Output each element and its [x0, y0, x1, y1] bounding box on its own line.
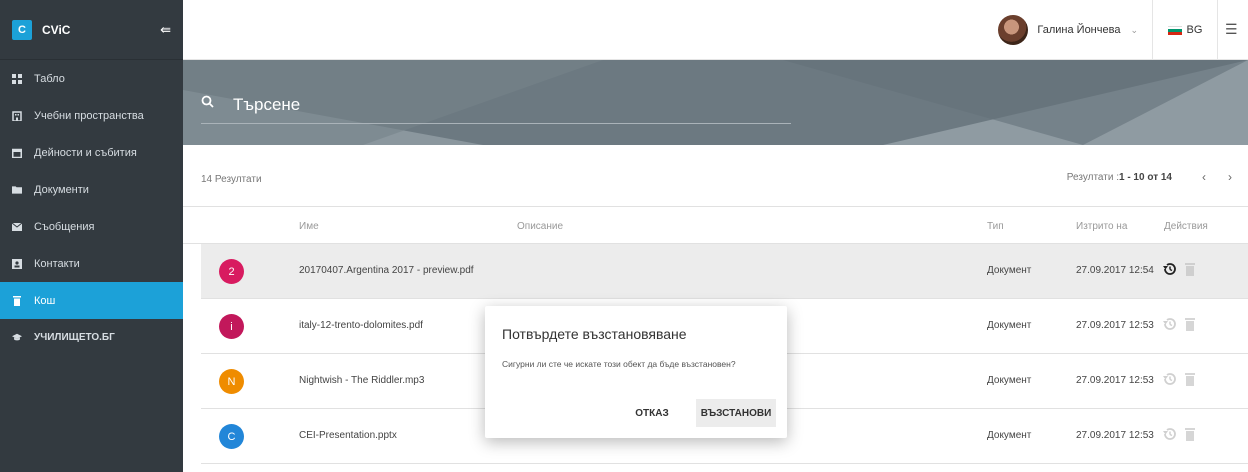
- search-banner: [183, 60, 1248, 145]
- restore-button[interactable]: ВЪЗСТАНОВИ: [696, 399, 776, 427]
- sidebar-nav: Табло Учебни пространства Дейности и съб…: [0, 60, 183, 356]
- brand: C CViC ⇚: [0, 0, 183, 60]
- topbar: Галина Йончева ⌄ BG ☰: [183, 0, 1248, 60]
- language-selector[interactable]: BG: [1153, 0, 1218, 60]
- delete-icon[interactable]: [1185, 262, 1195, 276]
- file-type: Документ: [987, 430, 1032, 441]
- results-bar: 14 Резултати Резултати :1 - 10 от 14 ‹ ›: [183, 145, 1248, 207]
- delete-icon[interactable]: [1185, 372, 1195, 386]
- restore-icon[interactable]: [1161, 370, 1179, 388]
- sidebar-item-label: училището.бг: [34, 332, 115, 343]
- contact-icon: [12, 258, 22, 269]
- graduation-cap-icon: [12, 333, 22, 343]
- table-header: Име Описание Тип Изтрито на Действия: [183, 207, 1248, 244]
- file-name: Nightwish - The Riddler.mp3: [299, 375, 425, 386]
- sidebar-item-messages[interactable]: Съобщения: [0, 208, 183, 245]
- row-actions: [1161, 370, 1195, 388]
- row-actions: [1161, 260, 1195, 278]
- sidebar-item-contacts[interactable]: Контакти: [0, 245, 183, 282]
- user-name[interactable]: Галина Йончева: [1037, 24, 1120, 36]
- next-page-button[interactable]: ›: [1220, 170, 1240, 184]
- user-menu[interactable]: Галина Йончева ⌄: [998, 0, 1153, 60]
- results-count: 14 Резултати: [201, 174, 262, 185]
- row-actions: [1161, 315, 1195, 333]
- table-row[interactable]: 2 20170407.Argentina 2017 - preview.pdf …: [201, 244, 1248, 299]
- file-avatar: C: [219, 424, 244, 449]
- sidebar-item-label: Учебни пространства: [34, 109, 144, 122]
- file-avatar: 2: [219, 259, 244, 284]
- sidebar-item-label: Дейности и събития: [34, 146, 137, 159]
- sidebar-item-label: Табло: [34, 72, 65, 85]
- chevron-down-icon[interactable]: ⌄: [1130, 25, 1138, 36]
- delete-icon[interactable]: [1185, 427, 1195, 441]
- delete-icon[interactable]: [1185, 317, 1195, 331]
- file-type: Документ: [987, 375, 1032, 386]
- pager-range: 1 - 10 от 14: [1118, 171, 1172, 183]
- sidebar-item-activities[interactable]: Дейности и събития: [0, 134, 183, 171]
- search-input[interactable]: [233, 95, 733, 115]
- column-deleted-on[interactable]: Изтрито на: [1076, 221, 1127, 232]
- file-name: italy-12-trento-dolomites.pdf: [299, 320, 423, 331]
- sidebar-item-label: Документи: [34, 183, 89, 196]
- list-menu-icon[interactable]: ☰: [1225, 22, 1243, 36]
- pager-info: Резултати :1 - 10 от 14: [1067, 172, 1172, 183]
- sidebar-item-school-bg[interactable]: училището.бг: [0, 319, 183, 356]
- sidebar-item-learning-spaces[interactable]: Учебни пространства: [0, 97, 183, 134]
- file-avatar: i: [219, 314, 244, 339]
- restore-icon[interactable]: [1161, 260, 1179, 278]
- pagination: Резултати :1 - 10 от 14 ‹ ›: [1067, 170, 1240, 184]
- flag-icon: [1167, 25, 1182, 35]
- dialog-message: Сигурни ли сте че искате този обект да б…: [502, 359, 736, 369]
- restore-icon[interactable]: [1161, 315, 1179, 333]
- trash-icon: [12, 295, 22, 306]
- building-icon: [12, 110, 22, 121]
- deleted-date: 27.09.2017 12:53: [1076, 430, 1154, 441]
- dashboard-icon: [12, 73, 22, 84]
- avatar[interactable]: [998, 15, 1029, 45]
- file-name: CEI-Presentation.pptx: [299, 430, 397, 441]
- pager-prefix: Резултати :: [1066, 171, 1119, 183]
- sidebar: C CViC ⇚ Табло Учебни пространства Дейно…: [0, 0, 183, 472]
- restore-confirm-dialog: Потвърдете възстановяване Сигурни ли сте…: [485, 306, 787, 438]
- folder-icon: [12, 185, 22, 195]
- cancel-button[interactable]: ОТКАЗ: [626, 399, 678, 427]
- column-type[interactable]: Тип: [987, 221, 1004, 232]
- calendar-icon: [12, 148, 22, 158]
- search-bar: [201, 95, 791, 124]
- column-actions: Действия: [1164, 221, 1208, 232]
- prev-page-button[interactable]: ‹: [1194, 170, 1214, 184]
- file-type: Документ: [987, 320, 1032, 331]
- sidebar-item-label: Кош: [34, 294, 56, 307]
- sidebar-item-label: Съобщения: [34, 220, 95, 233]
- deleted-date: 27.09.2017 12:53: [1076, 320, 1154, 331]
- sidebar-item-trash[interactable]: Кош: [0, 282, 183, 319]
- sidebar-item-documents[interactable]: Документи: [0, 171, 183, 208]
- row-actions: [1161, 425, 1195, 443]
- file-name: 20170407.Argentina 2017 - preview.pdf: [299, 265, 474, 276]
- brand-logo[interactable]: C: [12, 19, 32, 40]
- column-description[interactable]: Описание: [517, 221, 563, 232]
- restore-icon[interactable]: [1161, 425, 1179, 443]
- dialog-title: Потвърдете възстановяване: [502, 326, 687, 342]
- sidebar-item-dashboard[interactable]: Табло: [0, 60, 183, 97]
- file-avatar: N: [219, 369, 244, 394]
- brand-name[interactable]: CViC: [42, 23, 160, 37]
- file-type: Документ: [987, 265, 1032, 276]
- deleted-date: 27.09.2017 12:53: [1076, 375, 1154, 386]
- language-code: BG: [1186, 24, 1203, 36]
- deleted-date: 27.09.2017 12:54: [1076, 265, 1154, 276]
- envelope-icon: [12, 222, 22, 232]
- collapse-left-icon[interactable]: ⇚: [160, 22, 171, 38]
- column-name[interactable]: Име: [299, 221, 319, 232]
- sidebar-item-label: Контакти: [34, 257, 80, 270]
